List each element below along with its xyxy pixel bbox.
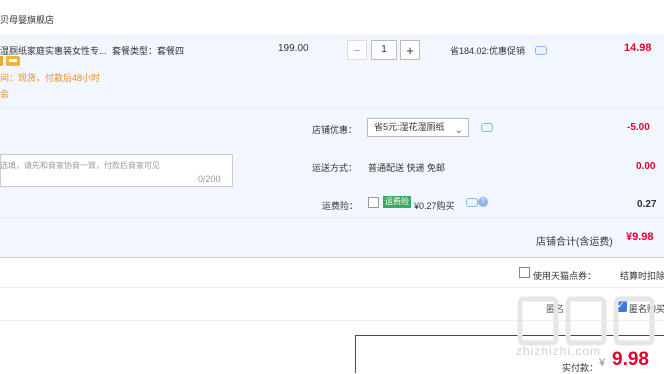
qty-minus-button[interactable]: − xyxy=(347,40,367,60)
card-badge-icon xyxy=(6,56,20,66)
line-total: 14.98 xyxy=(624,42,652,54)
watermark-text: zhizhizhi.com xyxy=(516,344,602,358)
promo-discount: 省184.02:优惠促销 xyxy=(450,46,526,56)
item-extra-mark: 会 xyxy=(0,89,10,99)
insurance-label: 运费险： xyxy=(322,201,359,211)
help-icon[interactable]: ? xyxy=(478,197,488,207)
chat-bubble-icon[interactable] xyxy=(466,198,478,207)
shipping-label: 运送方式： xyxy=(312,163,358,173)
chat-bubble-icon[interactable] xyxy=(481,123,493,132)
shipping-amount: 0.00 xyxy=(636,161,656,172)
insurance-amount: 0.27 xyxy=(637,199,657,210)
pay-label: 实付款： xyxy=(562,363,599,373)
service-badge-icon xyxy=(0,56,3,66)
insurance-price: ¥0.27购买 xyxy=(414,201,455,211)
unit-price: 199.00 xyxy=(278,43,309,54)
shipping-method: 普通配送 快递 免邮 xyxy=(368,163,446,173)
store-total-label: 店铺合计(含运费) xyxy=(536,237,613,248)
points-deduct-note: 结算时扣除 xyxy=(620,271,664,281)
store-name[interactable]: 贝母婴旗舰店 xyxy=(0,13,54,26)
shop-discount-label: 店铺优惠： xyxy=(312,125,358,135)
divider xyxy=(0,287,664,288)
insurance-tag: 运费险 xyxy=(383,196,411,208)
qty-plus-button[interactable]: + xyxy=(400,40,420,60)
note-char-count: 0/200 xyxy=(198,174,221,184)
points-checkbox[interactable] xyxy=(519,267,530,278)
buyer-note-placeholder: 选填，请先和商家协商一致，付款后商家可见 xyxy=(0,161,160,170)
item-package: 套餐类型：套餐四 xyxy=(112,46,185,56)
shop-discount-amount: -5.00 xyxy=(627,122,650,133)
chevron-down-icon: ⌄ xyxy=(454,125,463,136)
divider xyxy=(0,257,664,258)
ship-time: 间：现货，付款后48小时 xyxy=(0,73,101,83)
store-total-amount: ¥9.98 xyxy=(626,231,654,243)
shop-discount-select[interactable]: 省5元:湿花湿厕纸 ⌄ xyxy=(367,118,469,137)
points-label: 使用天猫点券： xyxy=(533,271,597,281)
shop-discount-value: 省5元:湿花湿厕纸 xyxy=(374,122,445,132)
chat-bubble-icon[interactable] xyxy=(535,46,547,55)
store-header xyxy=(0,0,664,34)
insurance-checkbox[interactable] xyxy=(368,197,379,208)
quantity-input[interactable]: 1 xyxy=(371,40,397,60)
